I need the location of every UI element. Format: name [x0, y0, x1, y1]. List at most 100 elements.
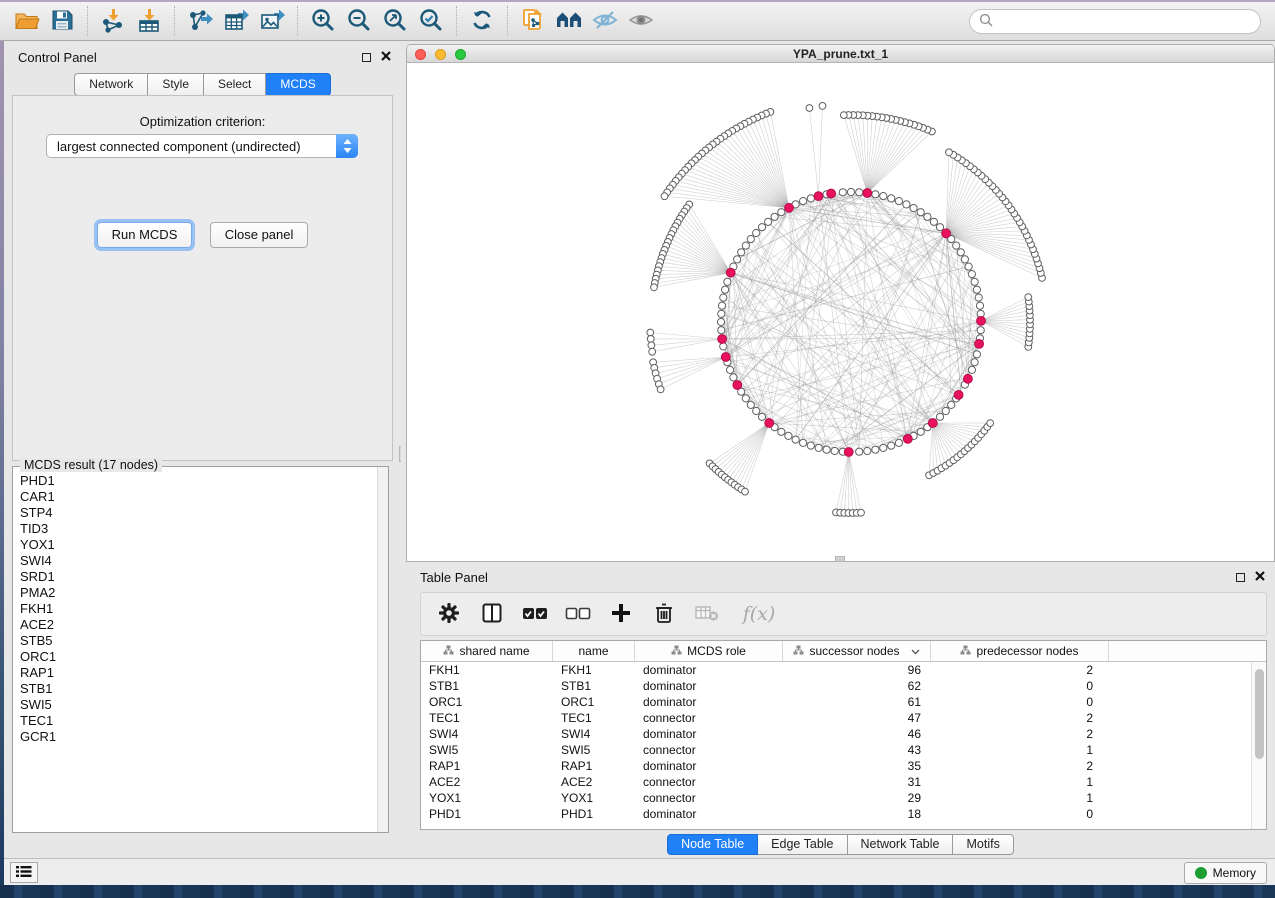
minimize-window-icon[interactable]: [435, 49, 446, 60]
table-row[interactable]: RAP1RAP1dominator352: [421, 758, 1251, 774]
table-row[interactable]: YOX1YOX1connector291: [421, 790, 1251, 806]
tab-node-table[interactable]: Node Table: [667, 834, 758, 855]
zoom-selected-button[interactable]: [413, 5, 449, 37]
toolbar-separator: [456, 6, 457, 36]
mcds-result-item[interactable]: STB1: [20, 681, 377, 697]
import-table-button[interactable]: [131, 5, 167, 37]
cell-successor-nodes: 35: [783, 759, 931, 773]
mcds-result-item[interactable]: ORC1: [20, 649, 377, 665]
table-row[interactable]: TEC1TEC1connector472: [421, 710, 1251, 726]
deselect-all-button[interactable]: [565, 601, 591, 627]
mcds-result-item[interactable]: ACE2: [20, 617, 377, 633]
first-neighbors-button[interactable]: [551, 5, 587, 37]
mcds-result-item[interactable]: CAR1: [20, 489, 377, 505]
import-network-icon: [100, 7, 126, 36]
table-scrollbar-thumb[interactable]: [1255, 669, 1264, 759]
float-panel-icon[interactable]: [362, 53, 371, 62]
mcds-result-item[interactable]: SWI4: [20, 553, 377, 569]
table-row[interactable]: ACE2ACE2connector311: [421, 774, 1251, 790]
cell-shared-name: ORC1: [421, 695, 553, 709]
import-network-button[interactable]: [95, 5, 131, 37]
export-network-button[interactable]: [182, 5, 218, 37]
table-row[interactable]: ORC1ORC1dominator610: [421, 694, 1251, 710]
mcds-result-item[interactable]: SRD1: [20, 569, 377, 585]
column-header-predecessor-nodes[interactable]: predecessor nodes: [931, 641, 1109, 661]
delete-column-button[interactable]: [651, 601, 677, 627]
mcds-result-item[interactable]: TEC1: [20, 713, 377, 729]
show-eye-icon: [627, 8, 655, 35]
optimization-criterion-dropdown[interactable]: largest connected component (undirected): [46, 134, 358, 158]
cell-predecessor-nodes: 1: [931, 791, 1109, 805]
save-button[interactable]: [44, 5, 80, 37]
column-header-name[interactable]: name: [553, 641, 635, 661]
export-image-button[interactable]: [254, 5, 290, 37]
cell-successor-nodes: 96: [783, 663, 931, 677]
column-header-MCDS-role[interactable]: MCDS role: [635, 641, 783, 661]
mcds-result-item[interactable]: RAP1: [20, 665, 377, 681]
control-panel-tabs: NetworkStyleSelectMCDS: [4, 73, 401, 96]
table-row[interactable]: FKH1FKH1dominator962: [421, 662, 1251, 678]
tab-select[interactable]: Select: [204, 73, 266, 96]
close-table-panel-icon[interactable]: [1255, 570, 1265, 584]
cell-shared-name: STB1: [421, 679, 553, 693]
tab-style[interactable]: Style: [148, 73, 204, 96]
close-window-icon[interactable]: [415, 49, 426, 60]
table-row[interactable]: SWI5SWI5connector431: [421, 742, 1251, 758]
mcds-result-item[interactable]: GCR1: [20, 729, 377, 745]
zoom-out-button[interactable]: [341, 5, 377, 37]
table-row[interactable]: PHD1PHD1dominator180: [421, 806, 1251, 822]
horizontal-splitter-handle[interactable]: [835, 556, 845, 562]
cell-shared-name: PHD1: [421, 807, 553, 821]
search-input[interactable]: [994, 12, 1260, 32]
task-history-button[interactable]: [10, 862, 38, 883]
show-columns-button[interactable]: [479, 601, 505, 627]
network-graph[interactable]: [407, 63, 1274, 561]
unchecked-boxes-icon: [565, 605, 591, 624]
mcds-result-item[interactable]: PMA2: [20, 585, 377, 601]
open-button[interactable]: [8, 5, 44, 37]
table-scrollbar[interactable]: [1251, 662, 1266, 829]
float-table-panel-icon[interactable]: [1236, 573, 1245, 582]
zoom-fit-button[interactable]: [377, 5, 413, 37]
search-field[interactable]: [969, 9, 1261, 34]
show-all-button[interactable]: [623, 5, 659, 37]
tab-network[interactable]: Network: [74, 73, 148, 96]
close-panel-button[interactable]: Close panel: [210, 222, 309, 248]
column-header-successor-nodes[interactable]: successor nodes: [783, 641, 931, 661]
cell-shared-name: SWI5: [421, 743, 553, 757]
select-all-button[interactable]: [522, 601, 548, 627]
mcds-result-item[interactable]: STP4: [20, 505, 377, 521]
refresh-button[interactable]: [464, 5, 500, 37]
mcds-result-item[interactable]: TID3: [20, 521, 377, 537]
cell-name: YOX1: [553, 791, 635, 805]
hide-selected-button[interactable]: [587, 5, 623, 37]
mcds-list-scrollbar[interactable]: [377, 467, 388, 832]
mcds-result-item[interactable]: PHD1: [20, 473, 377, 489]
network-window-titlebar[interactable]: YPA_prune.txt_1: [407, 45, 1274, 63]
copy-network-button[interactable]: [515, 5, 551, 37]
export-table-button[interactable]: [218, 5, 254, 37]
column-header-empty: [1109, 641, 1266, 661]
mcds-result-item[interactable]: YOX1: [20, 537, 377, 553]
tab-edge-table[interactable]: Edge Table: [758, 834, 847, 855]
maximize-window-icon[interactable]: [455, 49, 466, 60]
mcds-result-item[interactable]: SWI5: [20, 697, 377, 713]
add-column-button[interactable]: [608, 601, 634, 627]
network-canvas[interactable]: [407, 63, 1274, 561]
tab-motifs[interactable]: Motifs: [953, 834, 1013, 855]
run-mcds-button[interactable]: Run MCDS: [97, 222, 193, 248]
zoom-fit-icon: [382, 7, 408, 36]
table-row[interactable]: STB1STB1dominator620: [421, 678, 1251, 694]
memory-button[interactable]: Memory: [1184, 862, 1267, 884]
table-row[interactable]: SWI4SWI4dominator462: [421, 726, 1251, 742]
mcds-result-item[interactable]: FKH1: [20, 601, 377, 617]
table-panel-title: Table Panel: [420, 570, 488, 585]
column-header-shared-name[interactable]: shared name: [421, 641, 553, 661]
zoom-in-button[interactable]: [305, 5, 341, 37]
close-panel-icon[interactable]: [381, 50, 391, 64]
tab-network-table[interactable]: Network Table: [848, 834, 954, 855]
table-options-button[interactable]: [436, 601, 462, 627]
mcds-result-item[interactable]: STB5: [20, 633, 377, 649]
columns-icon: [481, 602, 503, 627]
tab-mcds[interactable]: MCDS: [266, 73, 330, 96]
